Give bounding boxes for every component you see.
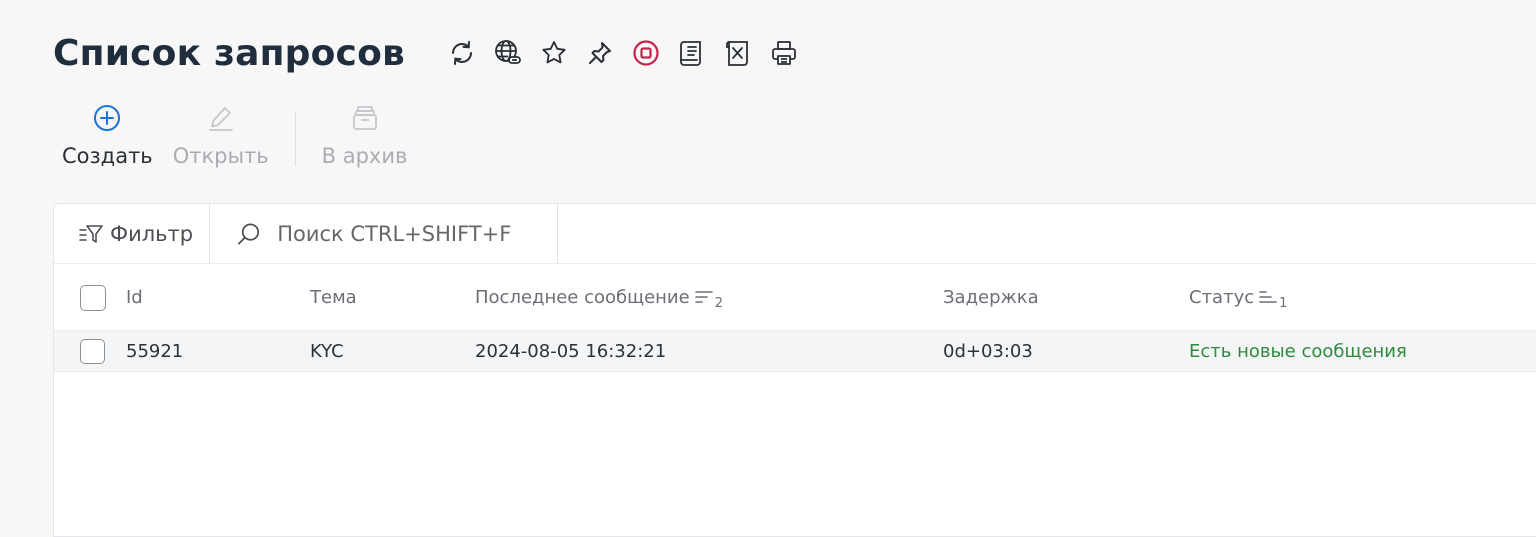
- globe-link-icon[interactable]: [491, 36, 525, 70]
- sort-desc-icon: 2: [694, 288, 723, 310]
- row-checkbox[interactable]: [80, 339, 105, 364]
- cell-id: 55921: [126, 340, 184, 362]
- star-icon[interactable]: [537, 36, 571, 70]
- open-button[interactable]: Открыть: [163, 100, 279, 168]
- toolbar: Создать Открыть В архив: [52, 100, 417, 168]
- excel-icon[interactable]: [721, 36, 755, 70]
- column-header-topic[interactable]: Тема: [310, 264, 357, 330]
- print-icon[interactable]: [767, 36, 801, 70]
- create-button-label: Создать: [62, 144, 153, 168]
- search-input[interactable]: [277, 221, 558, 246]
- cell-status: Есть новые сообщения: [1189, 340, 1407, 362]
- stop-icon[interactable]: [629, 36, 663, 70]
- page-header: Список запросов: [53, 28, 801, 78]
- column-header-id[interactable]: Id: [126, 264, 143, 330]
- column-header-delay[interactable]: Задержка: [943, 264, 1039, 330]
- cell-topic: KYC: [310, 340, 344, 362]
- column-header-status-label: Статус: [1189, 286, 1255, 308]
- toolbar-divider: [294, 112, 296, 166]
- refresh-icon[interactable]: [445, 36, 479, 70]
- pencil-icon: [206, 100, 236, 136]
- column-header-last-message[interactable]: Последнее сообщение 2: [475, 264, 723, 330]
- sort-order-badge: 2: [714, 296, 723, 311]
- archive-icon: [350, 100, 380, 136]
- column-header-status[interactable]: Статус 1: [1189, 264, 1287, 330]
- page-title: Список запросов: [53, 32, 405, 74]
- table-row[interactable]: 55921 KYC 2024-08-05 16:32:21 0d+03:03 Е…: [54, 331, 1536, 372]
- open-button-label: Открыть: [172, 144, 269, 168]
- create-button[interactable]: Создать: [52, 100, 163, 168]
- column-header-last-message-label: Последнее сообщение: [475, 286, 690, 308]
- filter-bar: Фильтр: [54, 204, 1536, 264]
- plus-circle-icon: [92, 100, 122, 136]
- pin-icon[interactable]: [583, 36, 617, 70]
- scroll-icon[interactable]: [675, 36, 709, 70]
- cell-last-message: 2024-08-05 16:32:21: [475, 340, 667, 362]
- filter-icon: [79, 224, 103, 243]
- table-header: Id Тема Последнее сообщение 2 Задержка С…: [54, 264, 1536, 331]
- requests-panel: Фильтр Id Тема Последнее сообщение: [53, 203, 1536, 537]
- filter-button[interactable]: Фильтр: [54, 204, 211, 263]
- select-all-checkbox[interactable]: [80, 285, 106, 311]
- sort-asc-icon: 1: [1258, 288, 1287, 310]
- page: Список запросов Создать Открыть В архив …: [0, 0, 1536, 537]
- search-icon: [238, 222, 260, 245]
- cell-delay: 0d+03:03: [943, 340, 1033, 362]
- search-box[interactable]: [210, 204, 559, 263]
- filter-button-label: Фильтр: [110, 221, 194, 246]
- archive-button[interactable]: В архив: [312, 100, 418, 168]
- sort-order-badge: 1: [1279, 296, 1288, 311]
- archive-button-label: В архив: [321, 144, 408, 168]
- header-actions: [445, 36, 801, 70]
